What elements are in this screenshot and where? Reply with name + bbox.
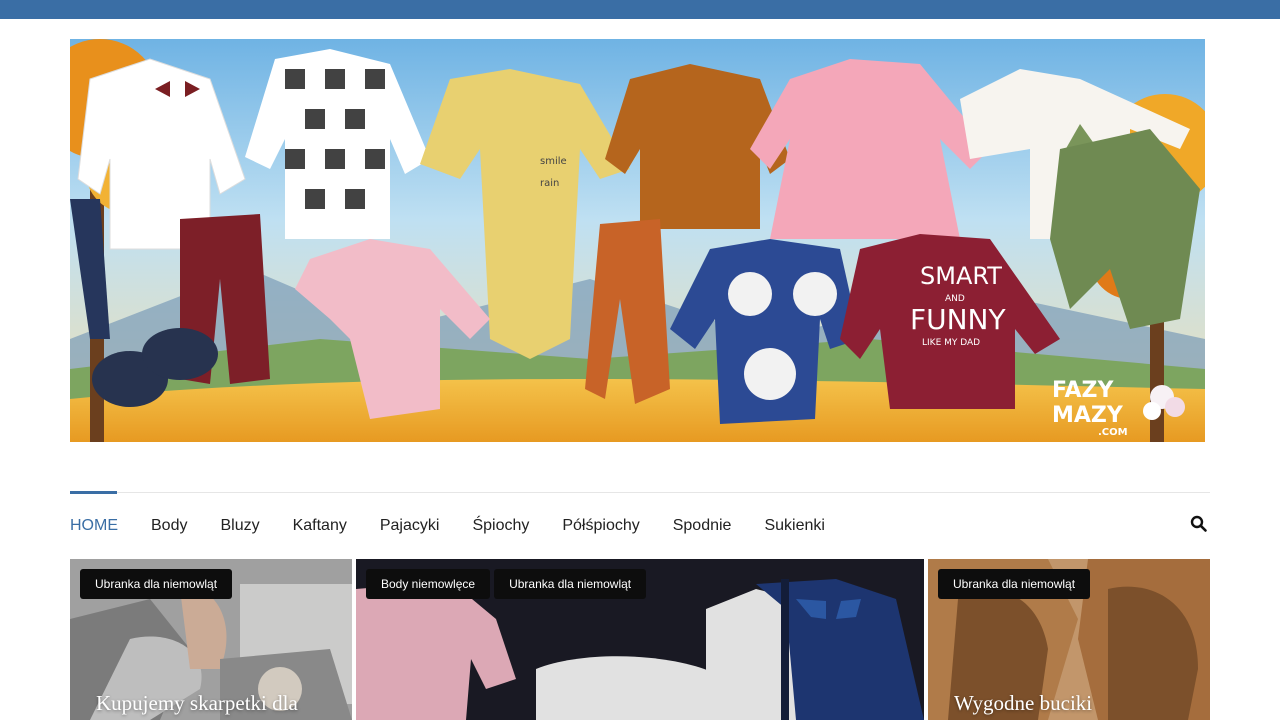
logo-line-2: MAZY — [1052, 403, 1124, 428]
nav-item-bluzy[interactable]: Bluzy — [220, 517, 259, 535]
post-card-shoes[interactable]: Ubranka dla niemowląt Wygodne buciki — [928, 559, 1210, 720]
nav-item-home[interactable]: HOME — [70, 517, 118, 535]
category-tag[interactable]: Ubranka dla niemowląt — [938, 569, 1091, 599]
banner-illustration: smile rain SMART AND FUNNY LIKE MY DAD F… — [70, 39, 1205, 442]
nav-item-polspiochy[interactable]: Półśpiochy — [562, 517, 639, 535]
hero-banner[interactable]: smile rain SMART AND FUNNY LIKE MY DAD F… — [70, 39, 1205, 442]
logo-domain: .COM — [1098, 427, 1128, 438]
post-title[interactable]: Kupujemy skarpetki dla — [96, 691, 298, 716]
logo-line-1: FAZY — [1052, 378, 1114, 403]
sleeper-text-1: smile — [540, 156, 567, 167]
main-navigation: HOME Body Bluzy Kaftany Pajacyki Śpiochy… — [70, 491, 1210, 559]
top-bar — [0, 0, 1280, 19]
featured-posts: Ubranka dla niemowląt Kupujemy skarpetki… — [70, 559, 1210, 720]
search-icon[interactable] — [1190, 515, 1208, 533]
onesie-text-4: LIKE MY DAD — [922, 338, 980, 348]
nav-item-sukienki[interactable]: Sukienki — [764, 517, 824, 535]
onesie-text-3: FUNNY — [910, 303, 1006, 336]
nav-item-body[interactable]: Body — [151, 517, 187, 535]
category-tag[interactable]: Ubranka dla niemowląt — [80, 569, 233, 599]
post-title[interactable]: Wygodne buciki — [954, 691, 1092, 716]
sleeper-text-2: rain — [540, 178, 559, 189]
post-card-socks[interactable]: Ubranka dla niemowląt Kupujemy skarpetki… — [70, 559, 352, 720]
onesie-text-1: SMART — [920, 262, 1002, 290]
nav-item-kaftany[interactable]: Kaftany — [293, 517, 347, 535]
nav-item-pajacyki[interactable]: Pajacyki — [380, 517, 440, 535]
category-tag[interactable]: Ubranka dla niemowląt — [494, 569, 647, 599]
post-card-bodysuits[interactable]: Body niemowlęce Ubranka dla niemowląt — [356, 559, 924, 720]
category-tag[interactable]: Body niemowlęce — [366, 569, 491, 599]
nav-item-spiochy[interactable]: Śpiochy — [472, 517, 529, 535]
nav-item-spodnie[interactable]: Spodnie — [673, 517, 732, 535]
active-indicator — [70, 491, 117, 494]
